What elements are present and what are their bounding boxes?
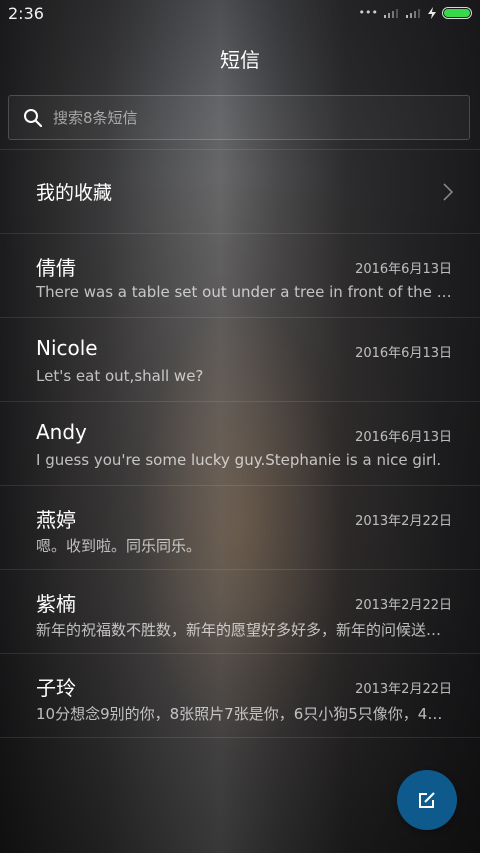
message-item[interactable]: 倩倩 2016年6月13日 There was a table set out …	[0, 234, 480, 318]
message-sender: 燕婷	[36, 508, 76, 532]
search-icon	[24, 109, 43, 128]
message-date: 2016年6月13日	[355, 262, 452, 277]
message-preview: 嗯。收到啦。同乐同乐。	[36, 537, 202, 555]
message-item[interactable]: 燕婷 2013年2月22日 嗯。收到啦。同乐同乐。	[0, 486, 480, 570]
signal-2-icon	[406, 8, 420, 18]
message-date: 2016年6月13日	[355, 430, 452, 445]
search-box[interactable]	[8, 95, 470, 140]
message-preview: Let's eat out,shall we?	[36, 367, 204, 385]
message-preview: 10分想念9别的你，8张照片7张是你，6只小狗5只像你，4季思念	[36, 705, 452, 723]
message-preview: I guess you're some lucky guy.Stephanie …	[36, 451, 442, 469]
message-preview: There was a table set out under a tree i…	[36, 283, 452, 301]
message-sender: Andy	[36, 420, 87, 444]
search-input[interactable]	[53, 96, 453, 139]
sms-screen: 2:36 ••• 短信 我的收藏	[0, 0, 480, 853]
signal-1-icon	[384, 8, 398, 18]
message-item[interactable]: Nicole 2016年6月13日 Let's eat out,shall we…	[0, 318, 480, 402]
battery-icon	[442, 6, 472, 19]
divider	[0, 737, 480, 738]
page-title: 短信	[220, 48, 260, 72]
message-date: 2013年2月22日	[355, 514, 452, 529]
message-preview: 新年的祝福数不胜数，新年的愿望好多好多，新年的问候送给你	[36, 621, 452, 639]
compose-icon	[419, 792, 435, 808]
message-item[interactable]: 紫楠 2013年2月22日 新年的祝福数不胜数，新年的愿望好多好多，新年的问候送…	[0, 570, 480, 654]
message-item[interactable]: 子玲 2013年2月22日 10分想念9别的你，8张照片7张是你，6只小狗5只像…	[0, 654, 480, 738]
status-bar: 2:36 •••	[0, 0, 480, 28]
message-date: 2013年2月22日	[355, 682, 452, 697]
message-sender: Nicole	[36, 336, 98, 360]
chevron-right-icon	[443, 183, 454, 201]
message-date: 2013年2月22日	[355, 598, 452, 613]
battery-level	[444, 8, 470, 17]
favorites-label: 我的收藏	[36, 182, 113, 204]
message-sender: 紫楠	[36, 592, 76, 616]
favorites-row[interactable]: 我的收藏	[0, 150, 480, 234]
message-item[interactable]: Andy 2016年6月13日 I guess you're some luck…	[0, 402, 480, 486]
charging-icon	[428, 6, 436, 19]
compose-button[interactable]	[397, 770, 457, 830]
status-time: 2:36	[8, 4, 44, 23]
status-icons: •••	[359, 6, 472, 19]
notification-dots-icon: •••	[358, 6, 378, 19]
message-sender: 子玲	[36, 676, 76, 700]
message-date: 2016年6月13日	[355, 346, 452, 361]
message-sender: 倩倩	[36, 256, 76, 280]
